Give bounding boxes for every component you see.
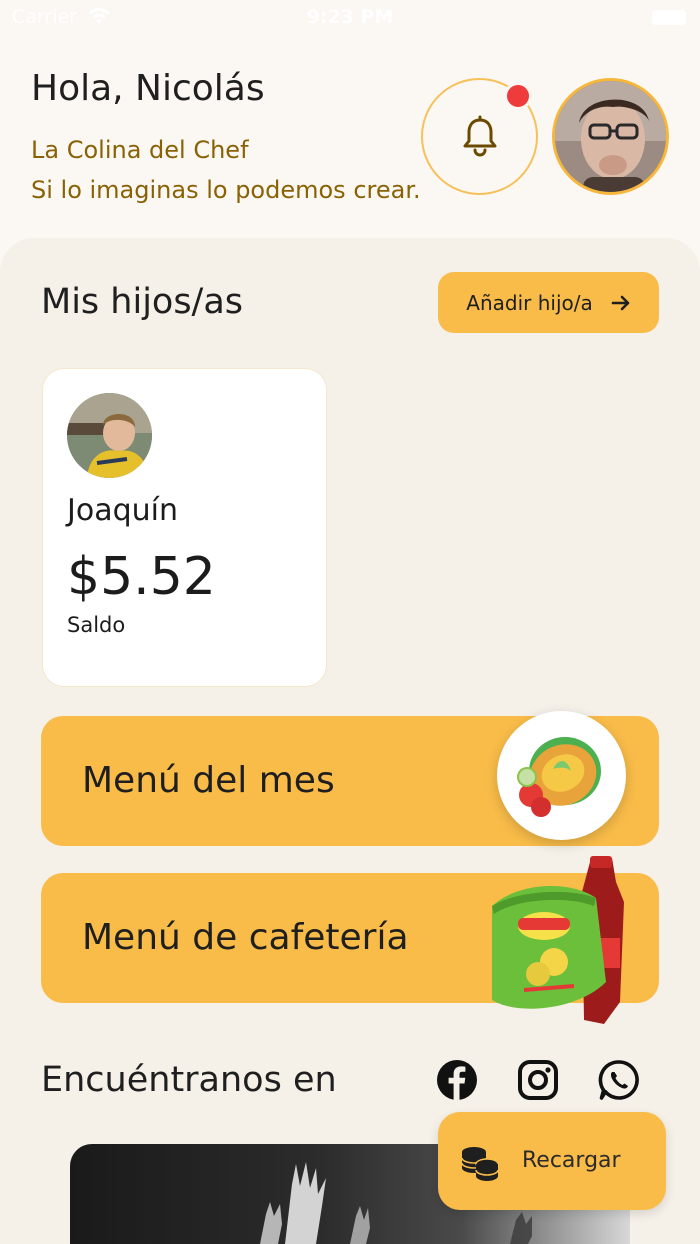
whatsapp-icon[interactable] (597, 1058, 641, 1102)
balance-label: Saldo (67, 613, 126, 637)
find-us-title: Encuéntranos en (41, 1060, 337, 1100)
child-avatar (67, 393, 152, 478)
facebook-icon[interactable] (435, 1058, 479, 1102)
child-balance: $5.52 (67, 547, 216, 607)
snacks-soda-icon (492, 856, 624, 1024)
monthly-menu-label: Menú del mes (82, 760, 335, 801)
clock: 9:23 PM (306, 6, 394, 28)
status-bar: Carrier 9:23 PM (0, 0, 700, 36)
add-child-label: Añadir hijo/a (466, 290, 593, 315)
bell-icon (463, 115, 496, 156)
child-card[interactable]: Joaquín $5.52 Saldo (42, 368, 327, 687)
coins-icon (461, 1147, 499, 1181)
greeting: Hola, Nicolás (31, 68, 265, 109)
recharge-label: Recargar (522, 1148, 621, 1173)
user-avatar[interactable] (552, 78, 669, 195)
slogan: Si lo imaginas lo podemos crear. (31, 176, 421, 204)
recharge-button[interactable]: Recargar (438, 1112, 666, 1210)
add-child-button[interactable]: Añadir hijo/a (438, 272, 659, 333)
child-photo (67, 393, 152, 478)
notification-badge (504, 82, 532, 110)
children-section-title: Mis hijos/as (41, 282, 244, 322)
battery-icon (652, 10, 686, 25)
child-name: Joaquín (67, 493, 178, 528)
user-photo (555, 81, 666, 192)
arrow-right-icon (611, 295, 630, 310)
salad-plate-icon (497, 711, 626, 840)
instagram-icon[interactable] (516, 1058, 560, 1102)
school-name: La Colina del Chef (31, 136, 249, 164)
cafeteria-menu-label: Menú de cafetería (82, 917, 409, 958)
